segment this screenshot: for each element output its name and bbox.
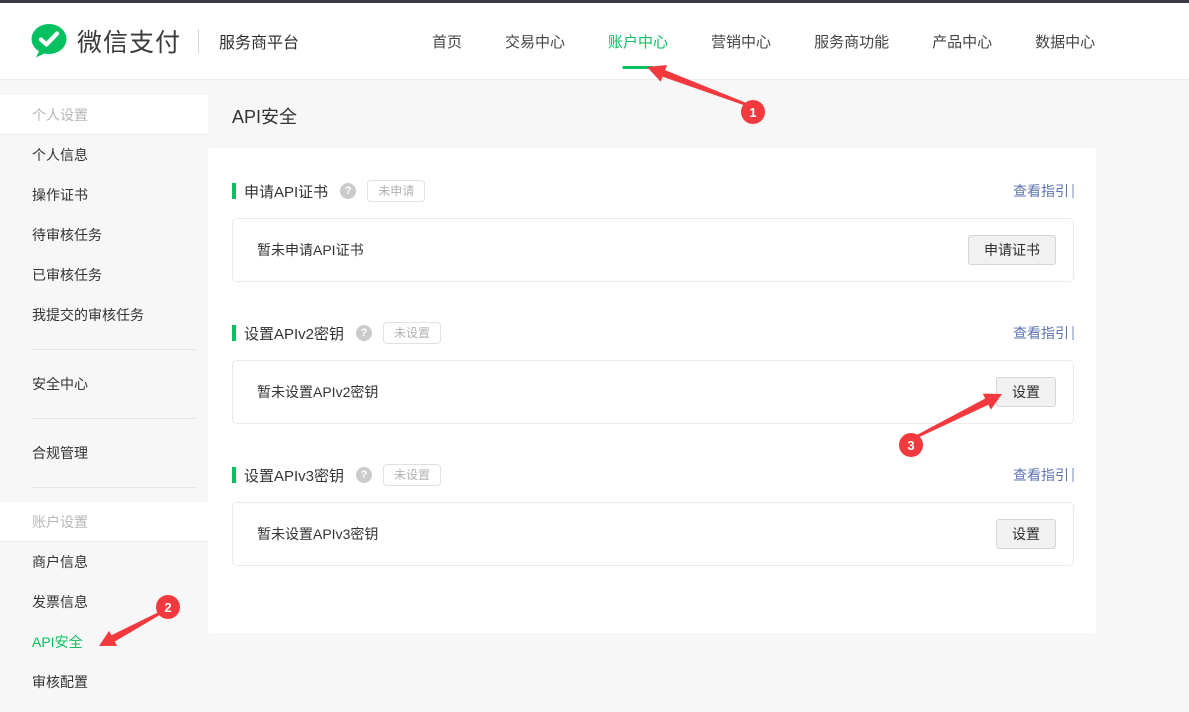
sidebar-header-account-settings: 账户设置	[0, 502, 208, 542]
main-content: API安全 申请API证书 ? 未申请 查看指引 暂未申请API证书 申请证书	[208, 80, 1189, 702]
section-accent-bar	[232, 183, 236, 199]
apiv3-key-empty-text: 暂未设置APIv3密钥	[257, 524, 378, 544]
view-guide-link[interactable]: 查看指引	[1013, 181, 1074, 201]
sidebar-item-reviewed-tasks[interactable]: 已审核任务	[0, 255, 208, 295]
status-badge-not-set-v2: 未设置	[383, 322, 441, 344]
status-badge-not-applied: 未申请	[367, 180, 425, 202]
link-separator	[1072, 468, 1074, 482]
sidebar-divider	[33, 349, 196, 350]
nav-item-marketing-center[interactable]: 营销中心	[711, 31, 771, 52]
brand-area: 微信支付 服务商平台	[0, 23, 299, 59]
link-separator	[1072, 326, 1074, 340]
sidebar-item-security-center[interactable]: 安全中心	[0, 364, 208, 404]
view-guide-link-text: 查看指引	[1013, 323, 1069, 343]
top-nav: 首页 交易中心 账户中心 营销中心 服务商功能 产品中心 数据中心	[432, 3, 1095, 80]
nav-item-provider-functions[interactable]: 服务商功能	[814, 31, 889, 52]
portal-name: 服务商平台	[219, 29, 299, 53]
apiv2-key-empty-text: 暂未设置APIv2密钥	[257, 382, 378, 402]
sidebar-item-my-submitted-review-tasks[interactable]: 我提交的审核任务	[0, 295, 208, 335]
api-security-card: 申请API证书 ? 未申请 查看指引 暂未申请API证书 申请证书 设置APIv…	[208, 148, 1096, 633]
section-accent-bar	[232, 325, 236, 341]
help-question-icon[interactable]: ?	[356, 467, 372, 483]
wechat-pay-logo-icon	[30, 23, 68, 59]
brand-name: 微信支付	[77, 23, 181, 59]
sidebar-item-compliance-management[interactable]: 合规管理	[0, 433, 208, 473]
view-guide-link-text: 查看指引	[1013, 465, 1069, 485]
help-question-icon[interactable]: ?	[356, 325, 372, 341]
view-guide-link[interactable]: 查看指引	[1013, 323, 1074, 343]
sidebar-divider	[33, 487, 196, 488]
section-title-apiv3-key: 设置APIv3密钥	[244, 465, 344, 486]
set-apiv3-key-button[interactable]: 设置	[996, 519, 1056, 549]
top-header: 微信支付 服务商平台 首页 交易中心 账户中心 营销中心 服务商功能 产品中心 …	[0, 3, 1189, 80]
view-guide-link[interactable]: 查看指引	[1013, 465, 1074, 485]
brand-divider	[198, 29, 199, 53]
section-title-apply-api-cert: 申请API证书	[244, 181, 328, 202]
sidebar-item-review-config[interactable]: 审核配置	[0, 662, 208, 702]
apiv2-key-row: 暂未设置APIv2密钥 设置	[232, 360, 1074, 424]
help-question-icon[interactable]: ?	[340, 183, 356, 199]
section-accent-bar	[232, 467, 236, 483]
view-guide-link-text: 查看指引	[1013, 181, 1069, 201]
nav-item-product-center[interactable]: 产品中心	[932, 31, 992, 52]
sidebar-item-merchant-info[interactable]: 商户信息	[0, 542, 208, 582]
sidebar: 个人设置 个人信息 操作证书 待审核任务 已审核任务 我提交的审核任务 安全中心…	[0, 80, 208, 702]
nav-item-home[interactable]: 首页	[432, 31, 462, 52]
status-badge-not-set-v3: 未设置	[383, 464, 441, 486]
sidebar-item-pending-review-tasks[interactable]: 待审核任务	[0, 215, 208, 255]
sidebar-item-invoice-info[interactable]: 发票信息	[0, 582, 208, 622]
set-apiv2-key-button[interactable]: 设置	[996, 377, 1056, 407]
section-apiv2-key-header: 设置APIv2密钥 ? 未设置 查看指引	[232, 322, 1074, 344]
sidebar-item-operation-certificate[interactable]: 操作证书	[0, 175, 208, 215]
nav-item-data-center[interactable]: 数据中心	[1035, 31, 1095, 52]
sidebar-divider	[33, 418, 196, 419]
nav-item-account-center[interactable]: 账户中心	[608, 31, 668, 52]
sidebar-item-api-security[interactable]: API安全	[0, 622, 208, 662]
nav-item-transaction-center[interactable]: 交易中心	[505, 31, 565, 52]
section-title-apiv2-key: 设置APIv2密钥	[244, 323, 344, 344]
api-cert-row: 暂未申请API证书 申请证书	[232, 218, 1074, 282]
api-cert-empty-text: 暂未申请API证书	[257, 240, 364, 260]
apiv3-key-row: 暂未设置APIv3密钥 设置	[232, 502, 1074, 566]
section-apiv3-key-header: 设置APIv3密钥 ? 未设置 查看指引	[232, 464, 1074, 486]
link-separator	[1072, 184, 1074, 198]
sidebar-header-personal-settings: 个人设置	[0, 95, 208, 135]
apply-cert-button[interactable]: 申请证书	[968, 235, 1056, 265]
section-apply-api-cert-header: 申请API证书 ? 未申请 查看指引	[232, 180, 1074, 202]
page-title: API安全	[232, 105, 1189, 129]
sidebar-item-personal-info[interactable]: 个人信息	[0, 135, 208, 175]
